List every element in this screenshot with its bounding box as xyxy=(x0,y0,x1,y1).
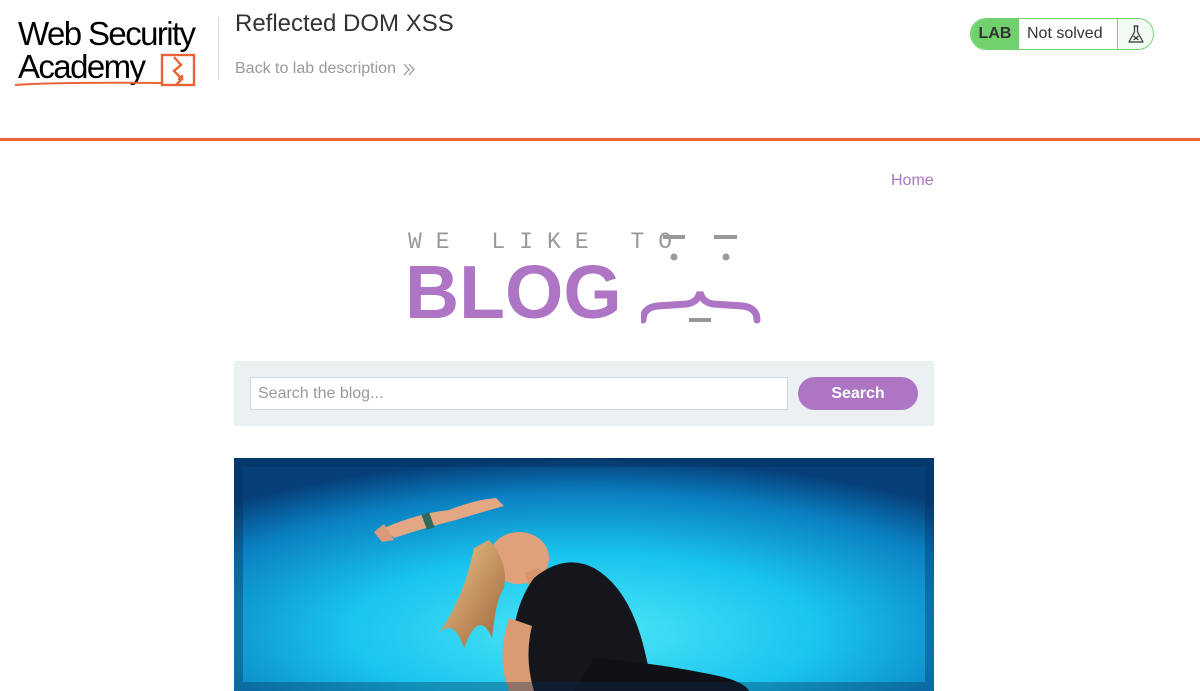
logo-underline-icon xyxy=(14,81,163,86)
header-divider xyxy=(218,17,219,80)
nav-home-link[interactable]: Home xyxy=(891,172,934,190)
curly-brace-face-icon xyxy=(641,235,761,324)
lab-status-text: Not solved xyxy=(1027,25,1103,42)
woman-yoga-pose-photo xyxy=(234,458,934,691)
academy-header: Web Security Academy Reflected DOM XSS B… xyxy=(0,0,1200,141)
blog-post-image[interactable] xyxy=(234,458,934,691)
search-button[interactable]: Search xyxy=(798,377,918,410)
search-input[interactable] xyxy=(250,377,788,410)
logo-bolt-icon xyxy=(160,53,196,87)
logo-text-line2: Academy xyxy=(18,48,146,85)
search-panel: Search xyxy=(234,361,934,426)
lab-status-widget: LAB Not solved xyxy=(970,18,1154,50)
banner-title: BLOG xyxy=(405,250,622,334)
lab-title: Reflected DOM XSS xyxy=(235,10,454,37)
flask-icon xyxy=(1117,19,1153,49)
logo-text-line1: Web Security xyxy=(18,15,196,52)
web-security-academy-logo[interactable]: Web Security Academy xyxy=(14,14,219,92)
double-chevron-right-icon xyxy=(403,63,415,75)
lab-badge: LAB xyxy=(971,19,1019,49)
back-to-lab-description-link[interactable]: Back to lab description xyxy=(235,60,416,78)
back-link-label: Back to lab description xyxy=(235,60,396,77)
